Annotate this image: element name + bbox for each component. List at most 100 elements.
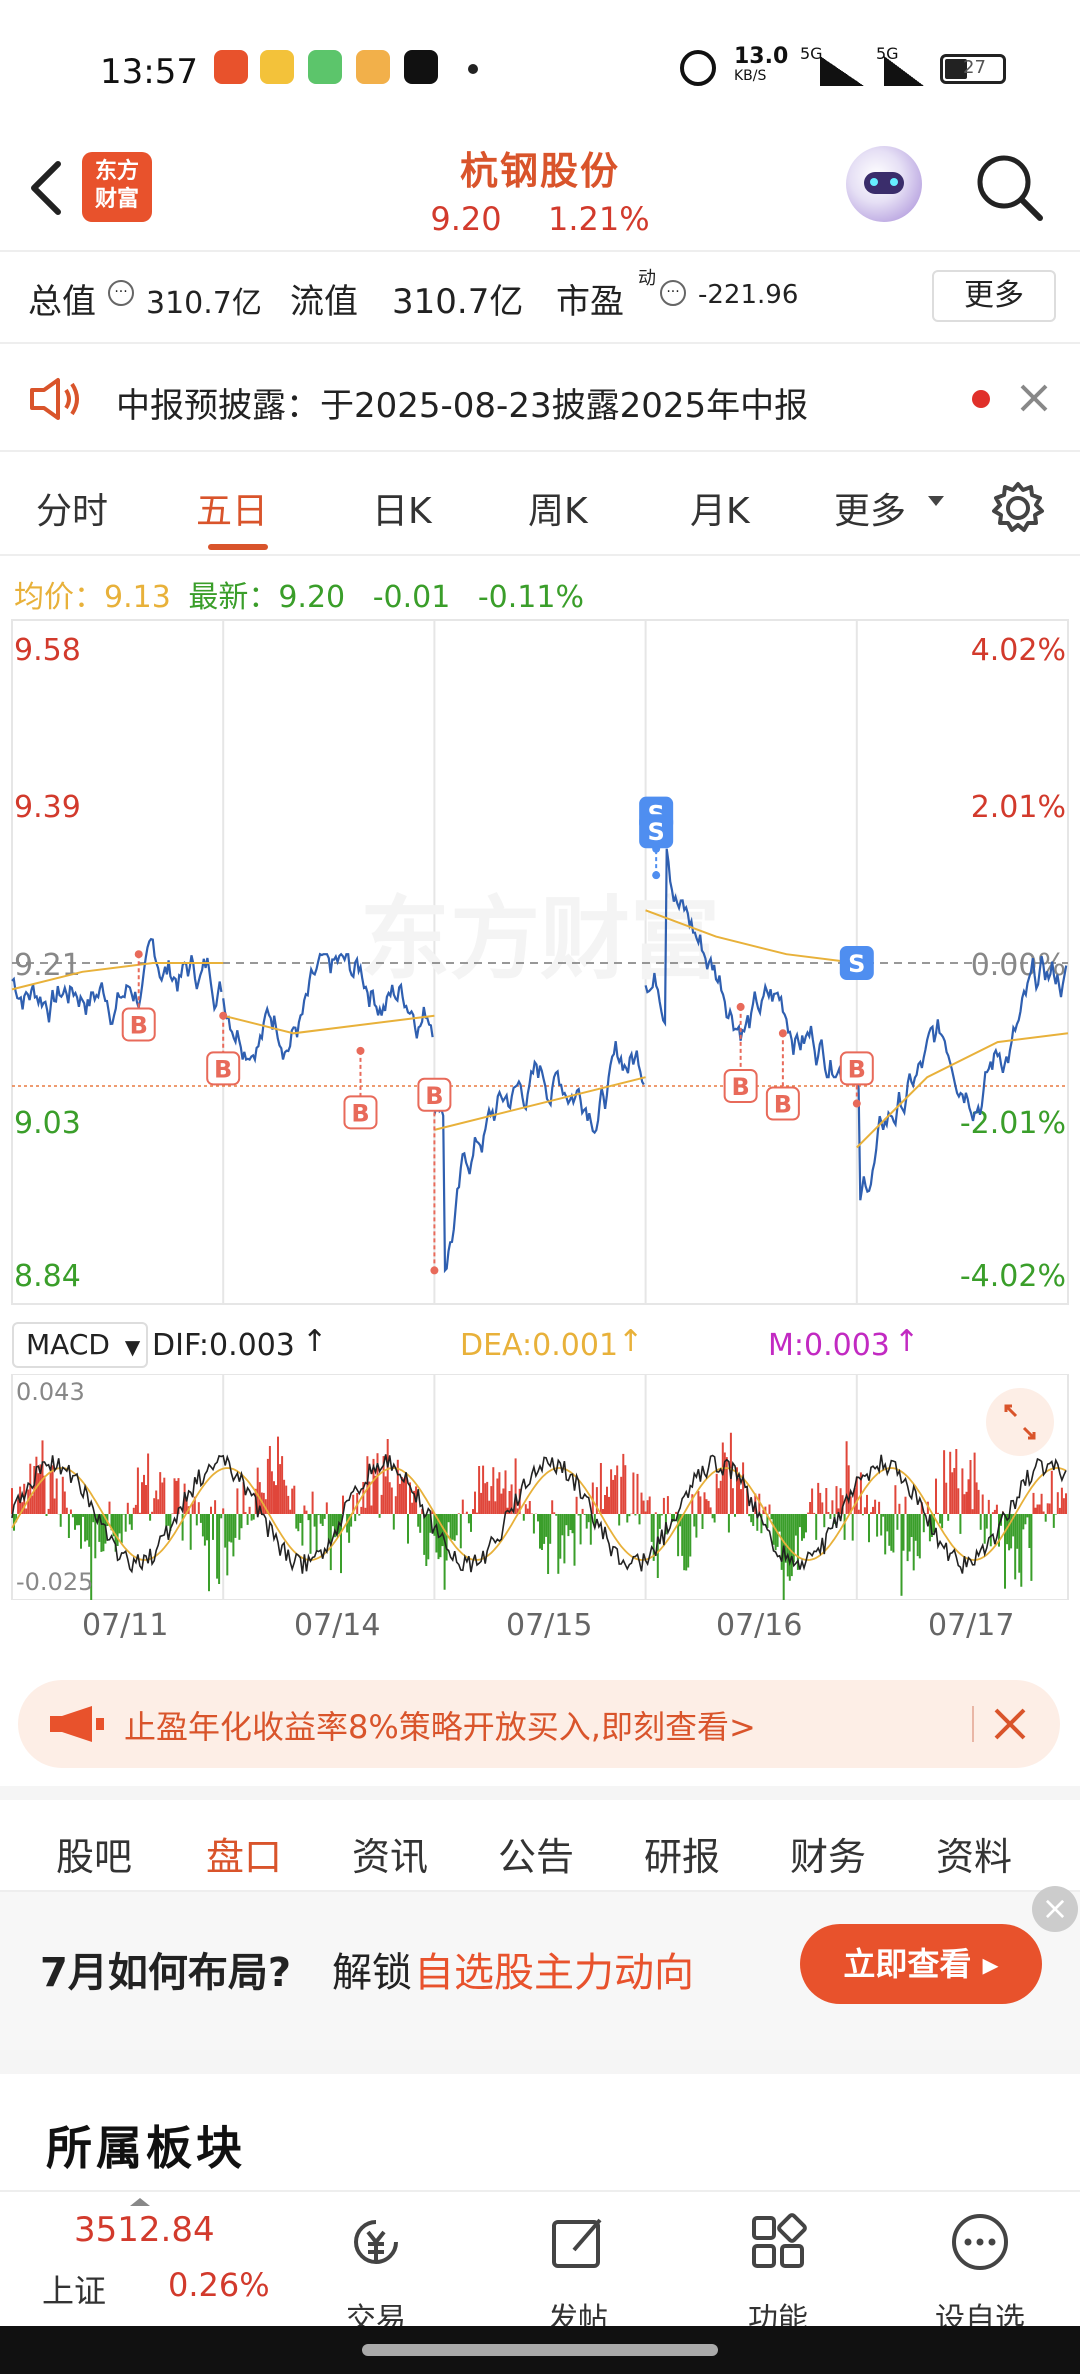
metrics-bar: 总值 ··· 310.7亿 流值 310.7亿 市盈 动 ··· -221.96… [0, 252, 1080, 344]
index-change[interactable]: 0.26% [168, 2266, 270, 2304]
status-time: 13:57 [100, 52, 198, 92]
app-notification-icon [214, 50, 248, 84]
trade-point [356, 1046, 365, 1055]
avg-price-line [434, 1076, 646, 1131]
macd-chart[interactable]: 0.043 -0.025 [0, 1374, 1080, 1600]
trade-point [219, 1011, 228, 1020]
chevron-down-icon [928, 496, 944, 506]
trade-marker-label: S [848, 950, 865, 978]
y-tick-label: 9.21 [14, 948, 81, 983]
megaphone-icon [50, 1706, 104, 1742]
pe-label: 市盈 [556, 282, 624, 322]
edit-icon [552, 2218, 602, 2268]
settings-gear-icon[interactable] [990, 480, 1046, 536]
gesture-bar [0, 2326, 1080, 2374]
total-value: 310.7亿 [146, 286, 262, 321]
more-metrics-button[interactable]: 更多 [932, 270, 1056, 322]
promo-text: 解锁 [332, 1950, 412, 1996]
arrow-up-icon: ↑ [894, 1324, 920, 1359]
tab-active-indicator [208, 544, 268, 550]
tab-weekly-k[interactable]: 周K [528, 482, 588, 534]
info-icon[interactable]: ··· [660, 280, 686, 306]
battery-level: 27 [963, 57, 986, 78]
nav-trade[interactable]: 交易 [306, 2192, 446, 2337]
tab-five-day[interactable]: 五日 [196, 482, 268, 534]
chevron-up-icon[interactable] [130, 2198, 150, 2206]
chevron-down-icon: ▼ [124, 1335, 141, 1359]
view-now-button[interactable]: 立即查看 ▸ [800, 1924, 1042, 2004]
macd-header: MACD ▼ DIF:0.003 ↑ DEA:0.001 ↑ M:0.003 ↑ [0, 1318, 1080, 1374]
index-name[interactable]: 上证 [42, 2266, 106, 2312]
assistant-robot-icon[interactable] [846, 146, 922, 222]
tab-intraday[interactable]: 分时 [36, 482, 108, 534]
indicator-select[interactable]: MACD ▼ [12, 1322, 148, 1368]
close-icon[interactable] [992, 1706, 1028, 1742]
app-notification-icon [356, 50, 390, 84]
signal-icon [820, 56, 864, 86]
close-icon[interactable] [1018, 382, 1050, 414]
price-line [433, 1041, 645, 1274]
app-notification-icon [260, 50, 294, 84]
arrow-up-icon: ↑ [618, 1324, 644, 1359]
promo-highlight: 自选股主力动向 [414, 1950, 694, 1996]
tab-order-book[interactable]: 盘口 [206, 1826, 282, 1881]
promo-banner[interactable]: 7月如何布局? 解锁 自选股主力动向 立即查看 ▸ × [0, 1886, 1080, 2050]
yen-coin-icon [354, 2220, 398, 2264]
ad-banner[interactable]: 止盈年化收益率8%策略开放买入,即刻查看> [18, 1680, 1060, 1768]
tab-more[interactable]: 更多 [834, 482, 906, 534]
y-tick-label: 9.03 [14, 1106, 81, 1141]
trade-marker-label: S [648, 818, 665, 846]
tab-announcements[interactable]: 公告 [498, 1826, 574, 1881]
stock-header: 东方 财富 杭钢股份 9.20 1.21% [0, 140, 1080, 252]
divider [972, 1706, 974, 1742]
date-label: 07/15 [506, 1608, 593, 1643]
tab-forum[interactable]: 股吧 [56, 1826, 132, 1881]
stock-price-line: 9.20 1.21% [0, 200, 1080, 238]
search-icon[interactable] [972, 150, 1048, 226]
nav-functions[interactable]: 功能 [708, 2192, 848, 2337]
info-icon[interactable]: ··· [108, 280, 134, 306]
tab-news[interactable]: 资讯 [352, 1826, 428, 1881]
notice-bar[interactable]: 中报预披露：于2025-08-23披露2025年中报 [0, 344, 1080, 452]
tab-profile[interactable]: 资料 [936, 1826, 1012, 1881]
arrow-up-icon: ↑ [302, 1324, 328, 1359]
expand-button-bg [986, 1388, 1054, 1456]
macd-top-label: 0.043 [16, 1378, 85, 1406]
y-tick-label: 9.58 [14, 633, 81, 668]
price-line [855, 955, 1068, 1201]
tab-finance[interactable]: 财务 [790, 1826, 866, 1881]
app-notification-icon [308, 50, 342, 84]
more-dot-icon [468, 64, 478, 74]
pe-superscript: 动 [638, 268, 656, 289]
y-tick-label: 8.84 [14, 1259, 81, 1294]
nav-post[interactable]: 发帖 [508, 2192, 648, 2337]
trade-marker-label: B [130, 1011, 148, 1039]
tab-daily-k[interactable]: 日K [372, 482, 432, 534]
y-tick-label: 4.02% [971, 633, 1066, 668]
trade-point [778, 1029, 787, 1038]
trade-marker-label: B [848, 1055, 866, 1083]
trade-point [736, 1002, 745, 1011]
section-title: 所属板块 [46, 2121, 246, 2175]
home-indicator[interactable] [362, 2344, 718, 2356]
ad-text: 止盈年化收益率8%策略开放买入,即刻查看> [124, 1708, 756, 1746]
tab-monthly-k[interactable]: 月K [690, 482, 750, 534]
macd-bottom-label: -0.025 [16, 1568, 93, 1596]
tab-research[interactable]: 研报 [644, 1826, 720, 1881]
indicator-select-value: MACD [26, 1328, 110, 1361]
date-label: 07/11 [82, 1608, 169, 1643]
macd-dif: DIF:0.003 [152, 1328, 295, 1363]
macd-frame [11, 1374, 1069, 1600]
trade-marker-label: B [774, 1091, 792, 1119]
tiktok-icon [404, 50, 438, 84]
float-value-label: 流值 [290, 282, 358, 322]
alarm-icon [680, 50, 716, 86]
price-chart[interactable]: 东方财富9.589.399.219.038.844.02%2.01%0.00%-… [0, 610, 1080, 1310]
close-icon[interactable]: × [1032, 1886, 1078, 1932]
y-tick-label: -4.02% [960, 1259, 1066, 1294]
float-value: 310.7亿 [392, 282, 524, 322]
date-label: 07/16 [716, 1608, 803, 1643]
index-value[interactable]: 3512.84 [74, 2210, 215, 2250]
nav-add-watchlist[interactable]: 设自选 [910, 2192, 1050, 2337]
trade-point [430, 1266, 439, 1275]
